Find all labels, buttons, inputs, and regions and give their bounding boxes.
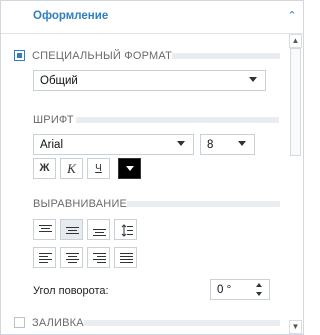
- collapse-icon[interactable]: ⌃: [286, 10, 298, 22]
- special-format-label: СПЕЦИАЛЬНЫЙ ФОРМАТ: [32, 50, 172, 62]
- wrap-text-icon: [121, 224, 133, 237]
- scroll-down-icon[interactable]: ▼: [289, 320, 302, 334]
- align-left-button[interactable]: [33, 247, 56, 268]
- scrollbar-thumb[interactable]: [290, 48, 301, 156]
- bold-button[interactable]: Ж: [33, 158, 56, 179]
- align-top-icon: [39, 225, 52, 232]
- font-size-select[interactable]: 8: [200, 134, 255, 155]
- align-top-button[interactable]: [33, 219, 56, 240]
- special-format-value: Общий: [40, 75, 78, 87]
- stepper-down-icon[interactable]: [256, 292, 262, 296]
- rotation-angle-stepper[interactable]: 0 °: [210, 279, 270, 300]
- section-divider: [76, 117, 279, 123]
- fill-label: ЗАЛИВКА: [32, 317, 84, 329]
- align-left-icon: [39, 253, 52, 263]
- section-divider: [127, 201, 280, 207]
- dropdown-arrow-icon[interactable]: [249, 77, 257, 82]
- font-size-value: 8: [207, 139, 214, 151]
- section-divider: [172, 53, 280, 59]
- panel-title: Оформление: [33, 10, 109, 22]
- special-format-checkbox[interactable]: [14, 50, 25, 61]
- italic-button[interactable]: К: [60, 158, 83, 179]
- dropdown-arrow-icon[interactable]: [238, 141, 246, 146]
- font-label: ШРИФТ: [33, 114, 74, 126]
- wrap-text-button[interactable]: [114, 219, 137, 240]
- align-bottom-icon: [93, 229, 106, 236]
- stepper-up-icon[interactable]: [256, 283, 262, 287]
- alignment-label: ВЫРАВНИВАНИЕ: [33, 198, 128, 210]
- formatting-panel: Оформление ⌃ ▲ ▼ СПЕЦИАЛЬНЫЙ ФОРМАТ Общи…: [0, 0, 304, 335]
- align-center-button[interactable]: [60, 247, 83, 268]
- align-right-icon: [93, 253, 106, 263]
- align-middle-button[interactable]: [60, 219, 83, 240]
- align-middle-icon: [66, 227, 79, 234]
- font-family-select[interactable]: Arial: [33, 134, 194, 155]
- section-divider: [84, 320, 280, 326]
- dropdown-arrow-icon[interactable]: [177, 141, 185, 146]
- rotation-angle-value: 0 °: [217, 284, 232, 296]
- align-right-button[interactable]: [87, 247, 110, 268]
- fill-checkbox[interactable]: [14, 317, 25, 328]
- align-center-icon: [66, 253, 79, 263]
- font-color-picker[interactable]: [118, 158, 141, 179]
- scroll-up-icon[interactable]: ▲: [289, 34, 302, 48]
- align-bottom-button[interactable]: [87, 219, 110, 240]
- justify-button[interactable]: [114, 247, 137, 268]
- underline-button[interactable]: Ч: [87, 158, 110, 179]
- rotation-angle-label: Угол поворота:: [33, 285, 109, 297]
- font-family-value: Arial: [40, 139, 64, 151]
- vertical-scrollbar[interactable]: ▲ ▼: [289, 34, 302, 334]
- special-format-select[interactable]: Общий: [33, 70, 266, 91]
- justify-icon: [120, 253, 133, 263]
- panel-header: Оформление ⌃: [1, 1, 303, 34]
